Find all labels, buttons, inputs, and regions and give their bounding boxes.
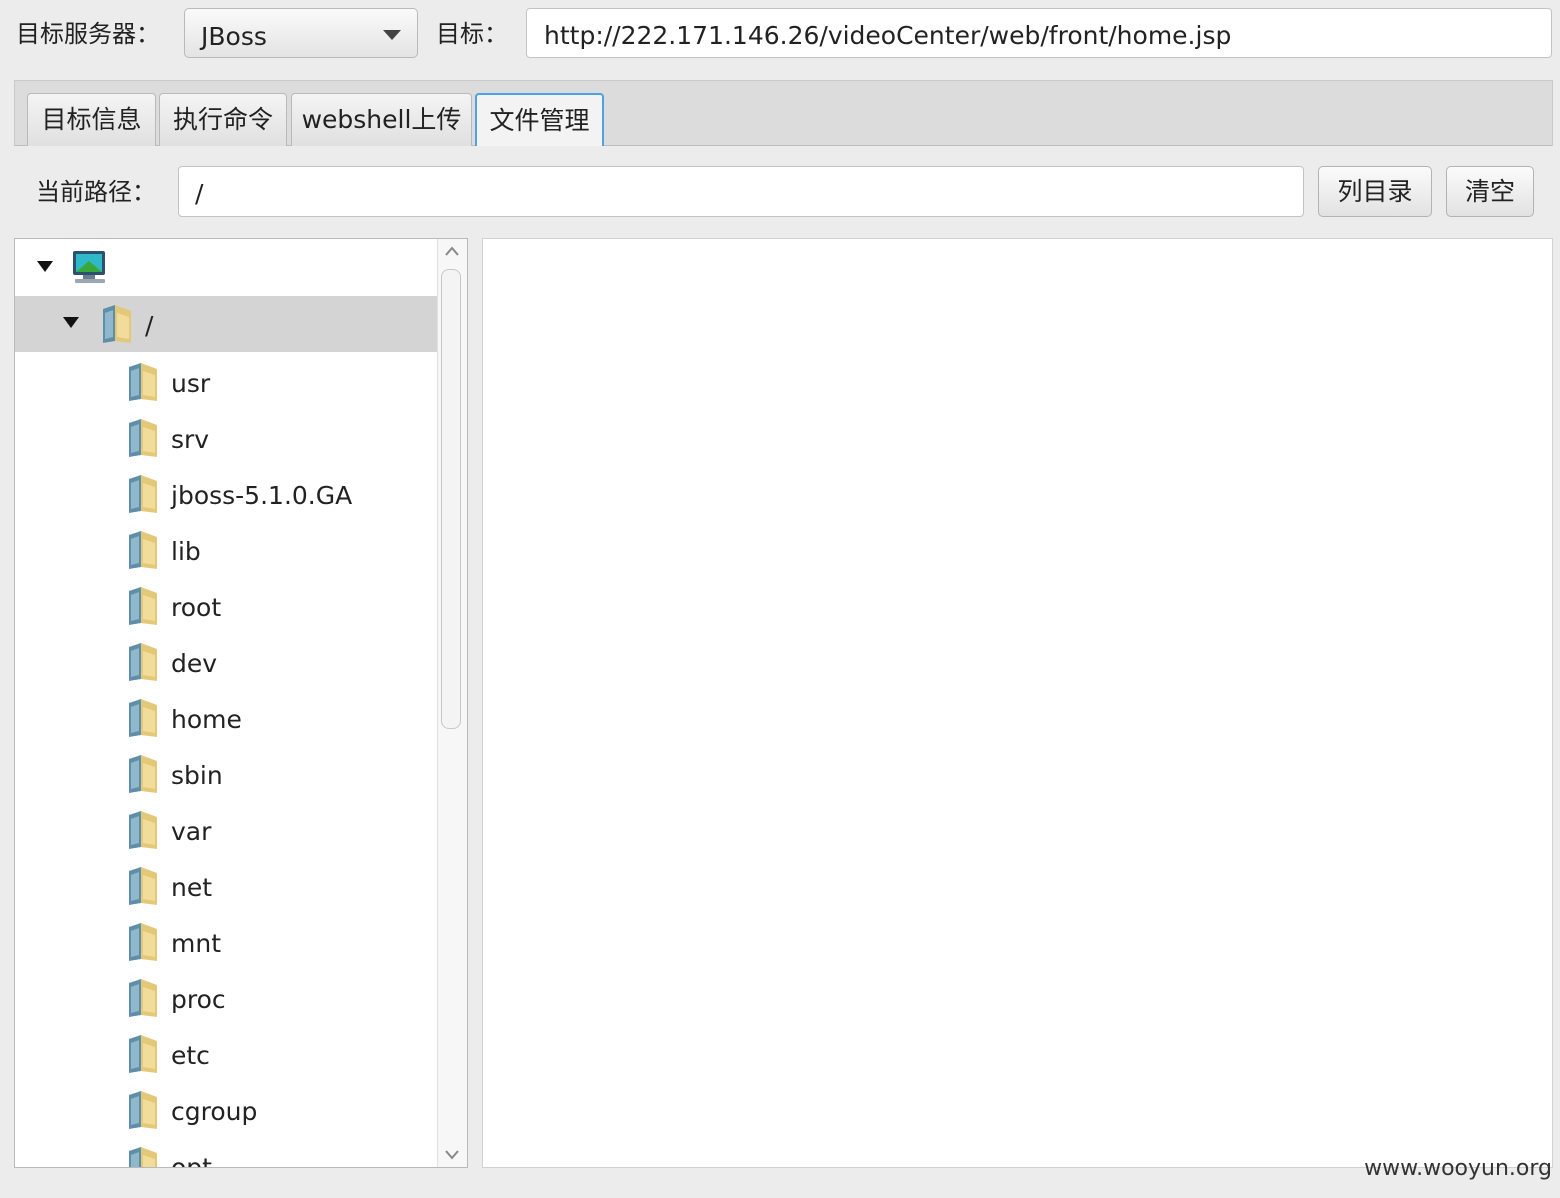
server-select[interactable]: JBoss	[184, 8, 418, 58]
folder-icon	[129, 923, 157, 961]
chevron-down-icon	[383, 30, 401, 40]
tree-row-label: proc	[171, 985, 226, 1014]
scrollbar-thumb[interactable]	[441, 269, 461, 729]
tree-row-srv[interactable]: srv	[15, 410, 437, 466]
folder-icon	[103, 305, 131, 343]
tree-row-root-dir[interactable]: /	[15, 296, 437, 352]
current-path-value: /	[195, 179, 204, 208]
tree-row-var[interactable]: var	[15, 802, 437, 858]
folder-icon	[129, 531, 157, 569]
tree-row-dev[interactable]: dev	[15, 634, 437, 690]
tab-target-info[interactable]: 目标信息	[27, 93, 156, 146]
tree-row-label: sbin	[171, 761, 223, 790]
scroll-up-arrow-icon[interactable]	[445, 245, 459, 259]
tree-row-label: srv	[171, 425, 210, 454]
tree-row-label: lib	[171, 537, 201, 566]
scroll-down-arrow-icon[interactable]	[445, 1147, 459, 1161]
tree-row-label: mnt	[171, 929, 221, 958]
watermark: www.wooyun.org	[1364, 1156, 1552, 1181]
tree-row-jboss-5-1-0-ga[interactable]: jboss-5.1.0.GA	[15, 466, 437, 522]
tree-row-label: jboss-5.1.0.GA	[171, 481, 353, 510]
tree-row-sbin[interactable]: sbin	[15, 746, 437, 802]
folder-icon	[129, 867, 157, 905]
folder-icon	[129, 419, 157, 457]
folder-icon	[129, 699, 157, 737]
tree-row-label: opt	[171, 1153, 212, 1168]
tree-row-label: root	[171, 593, 222, 622]
current-path-label: 当前路径：	[36, 178, 156, 206]
server-label: 目标服务器：	[16, 20, 160, 48]
tree-row-label: home	[171, 705, 242, 734]
folder-icon	[129, 1091, 157, 1129]
tree-row-opt[interactable]: opt	[15, 1138, 437, 1168]
panel-splitter[interactable]	[468, 238, 482, 1168]
folder-icon	[129, 979, 157, 1017]
tree-row-etc[interactable]: etc	[15, 1026, 437, 1082]
folder-icon	[129, 811, 157, 849]
tree-row-cgroup[interactable]: cgroup	[15, 1082, 437, 1138]
expand-triangle-icon[interactable]	[63, 317, 79, 328]
tree-row-label: etc	[171, 1041, 210, 1070]
file-tree[interactable]: / usr srv jboss-5.1.0.GA lib root dev home sbin…	[14, 238, 468, 1168]
file-content-panel[interactable]	[482, 238, 1553, 1168]
tree-row-label: var	[171, 817, 212, 846]
list-directory-button[interactable]: 列目录	[1318, 166, 1432, 217]
tree-row-label: usr	[171, 369, 211, 398]
tab-execute-command[interactable]: 执行命令	[159, 93, 287, 146]
current-path-input[interactable]: /	[178, 166, 1304, 217]
tree-row-proc[interactable]: proc	[15, 970, 437, 1026]
folder-icon	[129, 363, 157, 401]
folder-icon	[129, 755, 157, 793]
expand-triangle-icon[interactable]	[37, 261, 53, 272]
folder-icon	[129, 1147, 157, 1167]
tab-webshell-upload[interactable]: webshell上传	[291, 93, 472, 146]
target-label: 目标：	[436, 20, 508, 48]
target-url-input[interactable]: http://222.171.146.26/videoCenter/web/fr…	[526, 8, 1552, 58]
tab-file-manager[interactable]: 文件管理	[475, 93, 604, 146]
folder-icon	[129, 475, 157, 513]
tree-row-net[interactable]: net	[15, 858, 437, 914]
computer-icon	[73, 251, 105, 283]
server-select-value: JBoss	[201, 22, 267, 51]
folder-icon	[129, 587, 157, 625]
tree-root-row[interactable]	[15, 239, 437, 295]
folder-icon	[129, 643, 157, 681]
tree-row-usr[interactable]: usr	[15, 354, 437, 410]
tree-row-label: /	[145, 311, 154, 340]
tree-row-label: dev	[171, 649, 218, 678]
tree-row-root[interactable]: root	[15, 578, 437, 634]
tree-row-label: net	[171, 873, 213, 902]
tree-row-lib[interactable]: lib	[15, 522, 437, 578]
tab-bar: 目标信息 执行命令 webshell上传 文件管理	[14, 80, 1553, 146]
tree-row-home[interactable]: home	[15, 690, 437, 746]
folder-icon	[129, 1035, 157, 1073]
clear-button[interactable]: 清空	[1446, 166, 1534, 217]
target-url-value: http://222.171.146.26/videoCenter/web/fr…	[544, 21, 1232, 50]
tree-row-label: cgroup	[171, 1097, 258, 1126]
tree-row-mnt[interactable]: mnt	[15, 914, 437, 970]
